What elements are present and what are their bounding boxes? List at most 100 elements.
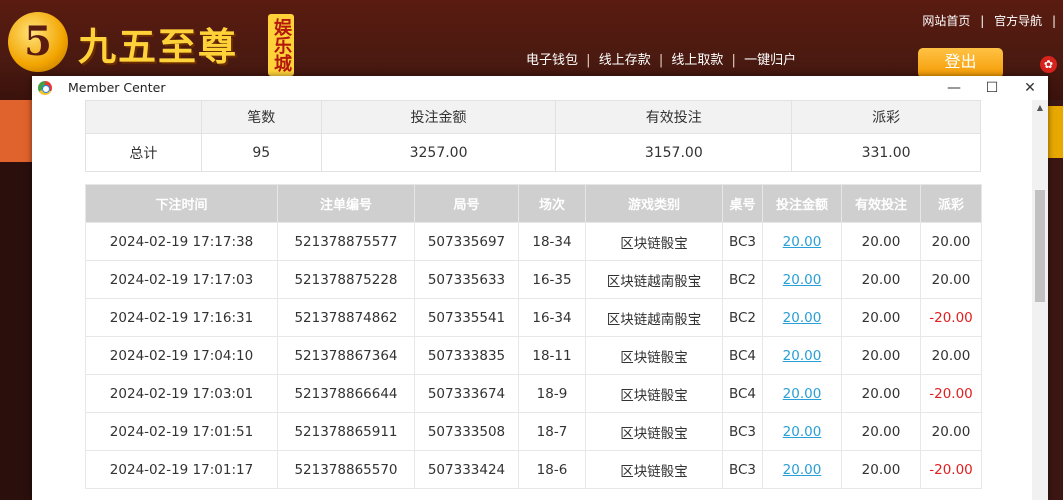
cell-session: 16-34 — [518, 298, 586, 337]
cell-bet-time: 2024-02-19 17:16:31 — [85, 298, 278, 337]
cell-order-no: 521378866644 — [277, 374, 415, 413]
link-home[interactable]: 网站首页 — [922, 14, 970, 28]
flag-icon[interactable]: ✿ — [1040, 56, 1057, 73]
nav-separator: | — [658, 53, 664, 68]
cell-payout: 20.00 — [920, 222, 982, 261]
bet-amount-link[interactable]: 20.00 — [783, 386, 822, 402]
cell-game-type: 区块链骰宝 — [585, 336, 723, 375]
cell-game-type: 区块链骰宝 — [585, 222, 723, 261]
cell-bet-amount: 20.00 — [762, 298, 842, 337]
cell-order-no: 521378867364 — [277, 336, 415, 375]
cell-bet-time: 2024-02-19 17:03:01 — [85, 374, 278, 413]
maximize-button[interactable]: ☐ — [973, 76, 1011, 100]
cell-round-no: 507333424 — [414, 450, 519, 489]
window-content: 笔数 投注金额 有效投注 派彩 总计 95 3257.00 3157.00 33… — [32, 100, 1032, 500]
background-strip-right — [1048, 100, 1063, 500]
table-row: 2024-02-19 17:03:01 521378866644 507333674… — [85, 374, 982, 413]
cell-round-no: 507333508 — [414, 412, 519, 451]
cell-table-no: BC2 — [722, 298, 763, 337]
link-official-nav[interactable]: 官方导航 — [994, 14, 1042, 28]
cell-round-no: 507333835 — [414, 336, 519, 375]
cell-bet-amount: 20.00 — [762, 260, 842, 299]
bet-amount-link[interactable]: 20.00 — [783, 310, 822, 326]
scroll-thumb[interactable] — [1035, 190, 1045, 302]
cell-game-type: 区块链骰宝 — [585, 412, 723, 451]
header-payout: 派彩 — [920, 184, 982, 223]
minimize-button[interactable]: — — [935, 76, 973, 100]
nav-online-withdraw[interactable]: 线上取款 — [671, 53, 723, 68]
background-strip-accent — [1048, 106, 1063, 158]
header-table-no: 桌号 — [722, 184, 763, 223]
cell-table-no: BC2 — [722, 260, 763, 299]
site-badge: 娱乐城 — [268, 14, 294, 76]
link-separator: | — [1051, 14, 1056, 28]
cell-bet-amount: 20.00 — [762, 336, 842, 375]
bet-amount-link[interactable]: 20.00 — [783, 424, 822, 440]
cell-payout: 20.00 — [920, 260, 982, 299]
nav-separator: | — [586, 53, 591, 68]
cell-game-type: 区块链骰宝 — [585, 450, 723, 489]
cell-bet-time: 2024-02-19 17:17:38 — [85, 222, 278, 261]
cell-valid-bet: 20.00 — [841, 374, 921, 413]
bet-amount-link[interactable]: 20.00 — [783, 234, 822, 250]
header-bet-amount: 投注金额 — [762, 184, 842, 223]
cell-valid-bet: 20.00 — [841, 260, 921, 299]
table-row: 2024-02-19 17:17:38 521378875577 507335697… — [85, 222, 982, 261]
cell-valid-bet: 20.00 — [841, 450, 921, 489]
cell-table-no: BC4 — [722, 374, 763, 413]
cell-bet-amount: 20.00 — [762, 374, 842, 413]
table-row: 2024-02-19 17:16:31 521378874862 507335541… — [85, 298, 982, 337]
summary-table: 笔数 投注金额 有效投注 派彩 总计 95 3257.00 3157.00 33… — [85, 100, 981, 172]
logout-button[interactable]: 登出 — [918, 48, 1003, 78]
cell-bet-time: 2024-02-19 17:17:03 — [85, 260, 278, 299]
cell-session: 16-35 — [518, 260, 586, 299]
cell-order-no: 521378865570 — [277, 450, 415, 489]
nav-one-click-transfer[interactable]: 一键归户 — [744, 53, 796, 68]
cell-table-no: BC4 — [722, 336, 763, 375]
summary-count: 95 — [200, 133, 322, 172]
summary-header-valid-bet: 有效投注 — [555, 100, 793, 134]
cell-game-type: 区块链越南骰宝 — [585, 298, 723, 337]
cell-order-no: 521378875577 — [277, 222, 415, 261]
summary-valid-bet: 3157.00 — [555, 133, 793, 172]
cell-valid-bet: 20.00 — [841, 336, 921, 375]
nav-e-wallet[interactable]: 电子钱包 — [526, 53, 578, 68]
background-strip — [0, 100, 32, 162]
bet-amount-link[interactable]: 20.00 — [783, 272, 822, 288]
scroll-up-arrow-icon[interactable]: ▲ — [1032, 100, 1048, 116]
cell-table-no: BC3 — [722, 412, 763, 451]
header-game-type: 游戏类别 — [585, 184, 723, 223]
cell-round-no: 507333674 — [414, 374, 519, 413]
cell-round-no: 507335697 — [414, 222, 519, 261]
summary-bet-amount: 3257.00 — [320, 133, 557, 172]
cell-bet-time: 2024-02-19 17:01:17 — [85, 450, 278, 489]
bet-amount-link[interactable]: 20.00 — [783, 462, 822, 478]
nav-separator: | — [731, 53, 736, 68]
header-order-no: 注单编号 — [277, 184, 415, 223]
window-titlebar[interactable]: Member Center — ☐ ✕ — [32, 76, 1048, 100]
cell-bet-amount: 20.00 — [762, 412, 842, 451]
vertical-scrollbar[interactable]: ▲ — [1032, 100, 1048, 500]
nav-online-deposit[interactable]: 线上存款 — [599, 53, 651, 68]
cell-order-no: 521378875228 — [277, 260, 415, 299]
app-icon — [38, 81, 52, 95]
bet-amount-link[interactable]: 20.00 — [783, 348, 822, 364]
table-row: 2024-02-19 17:04:10 521378867364 507333835… — [85, 336, 982, 375]
cell-order-no: 521378874862 — [277, 298, 415, 337]
summary-header-count: 笔数 — [200, 100, 322, 134]
cell-payout: 20.00 — [920, 336, 982, 375]
cell-session: 18-34 — [518, 222, 586, 261]
cell-valid-bet: 20.00 — [841, 222, 921, 261]
cell-payout: -20.00 — [920, 374, 982, 413]
detail-body: 2024-02-19 17:17:38 521378875577 507335697… — [85, 222, 982, 489]
cell-round-no: 507335633 — [414, 260, 519, 299]
cell-bet-amount: 20.00 — [762, 222, 842, 261]
table-row: 2024-02-19 17:17:03 521378875228 507335633… — [85, 260, 982, 299]
cell-session: 18-9 — [518, 374, 586, 413]
top-links: 网站首页 | 官方导航 | — [919, 12, 1059, 29]
site-name: 九五至尊 — [78, 24, 239, 69]
cell-game-type: 区块链越南骰宝 — [585, 260, 723, 299]
close-button[interactable]: ✕ — [1011, 76, 1049, 100]
cell-order-no: 521378865911 — [277, 412, 415, 451]
detail-header-row: 下注时间 注单编号 局号 场次 游戏类别 桌号 投注金额 有效投注 派彩 — [85, 184, 982, 223]
